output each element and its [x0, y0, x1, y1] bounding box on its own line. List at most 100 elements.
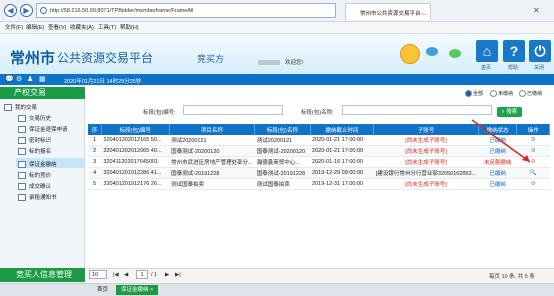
help-tile[interactable]: ? [503, 40, 525, 62]
chat-status-icon[interactable]: 💬 [5, 75, 14, 83]
user-icon[interactable]: ♟ [27, 75, 33, 83]
sidebar-item-confirm[interactable]: 成交确认 [18, 182, 52, 191]
cell-name: 测试20200121 [254, 135, 311, 146]
table-row[interactable]: 4 320401201912286 41... 国泰测试-20191228 国泰… [88, 167, 550, 179]
settings-icon[interactable]: ⚙ [16, 75, 22, 83]
next-page-icon[interactable]: ▶ [165, 272, 169, 278]
page-size-select[interactable]: 10 [89, 270, 107, 279]
radio-paid[interactable]: 已缴纳 [519, 90, 542, 98]
cell-name: 国泰测试-20200120 [254, 145, 311, 157]
grid-icon[interactable]: ▦ [39, 75, 46, 83]
radio-label: 全部 [473, 91, 484, 97]
search-button[interactable]: ⌕ 搜索 [497, 107, 522, 117]
menu-view[interactable]: 查看(V) [48, 23, 66, 31]
gear-icon[interactable]: ⚙ [516, 178, 550, 190]
tree-root[interactable]: 我的交易 [4, 103, 37, 112]
sidebar-item-label: 成交确认 [29, 184, 52, 190]
welcome-text: 欢迎您! [285, 60, 304, 66]
cell-index: 3 [88, 156, 102, 168]
doc-icon [18, 126, 26, 134]
home-icon: ⌂ [482, 43, 492, 59]
sidebar-item-deposit[interactable]: 保证金缴纳 [18, 160, 57, 169]
prev-page-icon[interactable]: ◀ [124, 272, 128, 278]
col-account: 子账号 [373, 124, 479, 135]
cell-project: 测试20200121 [169, 135, 255, 146]
menu-favorites[interactable]: 收藏夹(A) [70, 23, 94, 31]
cell-index: 2 [88, 145, 102, 157]
sidebar-item-label: 标的竞价 [29, 173, 52, 179]
search-icon: ⌕ [501, 109, 505, 115]
col-code: 标段(包)编号 [101, 124, 170, 135]
sidebar-item-notice[interactable]: 录租通知书 [18, 193, 57, 202]
cell-account: [尚未生成子账号] [373, 145, 479, 157]
table-row[interactable]: 5 320401201912176 26... 测试国泰拍卖 测试国泰拍卖 20… [88, 178, 550, 190]
cell-deadline: 2020-01-21 17:00:00 [310, 145, 374, 157]
doc-icon [18, 161, 26, 169]
first-page-icon[interactable]: |◀ [113, 272, 119, 278]
cell-project: 测试国泰拍卖 [169, 178, 255, 190]
bottom-tabbar [0, 283, 554, 296]
masked-username [258, 60, 280, 65]
cell-deadline: 2020-01-16 17:00:00 [310, 156, 374, 168]
logo-title: 常州市 [10, 50, 56, 67]
cell-account: [尚未生成子账号] [373, 178, 479, 190]
name-filter-input[interactable] [342, 105, 492, 115]
menu-file[interactable]: 文件(F) [5, 23, 23, 31]
sidebar-item-refund[interactable]: 保证金退保申请 [18, 125, 68, 134]
sidebar-item-registration[interactable]: 标的报名 [18, 147, 52, 156]
sidebar-item-bidding[interactable]: 标的竞价 [18, 171, 52, 180]
cell-code: 320401201912286 41... [101, 167, 170, 179]
page-input[interactable]: 1 [136, 270, 148, 279]
sidebar-item-history[interactable]: 交易历史 [18, 114, 52, 123]
code-filter-label: 标段(包)编号: [143, 110, 176, 116]
sidebar-item-label: 密封标识 [29, 138, 52, 144]
page-total: / 1 [151, 272, 158, 278]
cell-deadline: 2019-12-31 17:00:00 [310, 178, 374, 190]
tab-home[interactable]: 首页 [92, 285, 113, 295]
doc-icon [18, 137, 26, 145]
sidebar-item-label: 录租通知书 [29, 195, 57, 201]
menu-tools[interactable]: 工具(T) [98, 23, 116, 31]
folder-icon [4, 104, 12, 112]
cell-index: 5 [88, 178, 102, 190]
radio-unpaid[interactable]: 未缴纳 [490, 90, 513, 98]
forward-button[interactable]: ▶ [20, 4, 33, 17]
doc-icon [18, 183, 26, 191]
menu-edit[interactable]: 编辑(E) [26, 23, 44, 31]
power-icon: ⏻ [534, 43, 546, 59]
logo-subtitle: 公共资源交易平台 [57, 51, 154, 65]
menu-help[interactable]: 帮助(H) [120, 23, 139, 31]
code-filter-input[interactable] [183, 105, 283, 115]
doc-icon [18, 115, 26, 123]
url-text: http://58.216.50.99:8071/TPBidder/member… [50, 8, 194, 14]
mascot-icon [400, 44, 420, 64]
cell-name: 国泰测试-20191228 [254, 167, 311, 179]
cell-account: [尚未生成子账号] [373, 156, 479, 168]
close-window-icon[interactable]: ✕ [533, 6, 540, 15]
sidebar-item-label: 标的报名 [29, 149, 52, 155]
home-label: 首页 [481, 65, 492, 71]
cell-deadline: 2020-01-21 17:00:00 [310, 135, 374, 146]
search-icon[interactable]: 🔍 [516, 167, 550, 179]
last-page-icon[interactable]: ▶| [175, 272, 181, 278]
back-button[interactable]: ◀ [4, 4, 17, 17]
annotation-arrow [471, 119, 531, 163]
cell-name: 测试国泰拍卖 [254, 178, 311, 190]
radio-dot [465, 90, 472, 98]
doc-icon [18, 194, 26, 202]
home-tile[interactable]: ⌂ [476, 40, 498, 62]
browser-tab-title: 常州市公共资源交易平台-... [360, 11, 427, 17]
radio-all[interactable]: 全部 [465, 90, 484, 98]
chat-icon[interactable] [426, 47, 438, 56]
close-tile[interactable]: ⏻ [529, 40, 551, 62]
col-project: 项目名称 [169, 124, 256, 135]
sidebar-item-seal[interactable]: 密封标识 [18, 136, 52, 145]
sidebar-item-label: 交易历史 [29, 116, 52, 122]
sidebar-footer[interactable]: 竞买人信息管理 [0, 268, 85, 282]
cell-account: [建设银行常州分行营业部32050162863... [373, 167, 479, 179]
message-icon[interactable] [449, 49, 461, 58]
help-label: 帮助 [508, 65, 519, 71]
cell-code: 320401201912176 26... [101, 178, 170, 190]
tab-deposit[interactable]: 保证金缴纳 × [116, 285, 159, 295]
cell-name: 瀚德鑫商贸中心... [254, 156, 311, 168]
